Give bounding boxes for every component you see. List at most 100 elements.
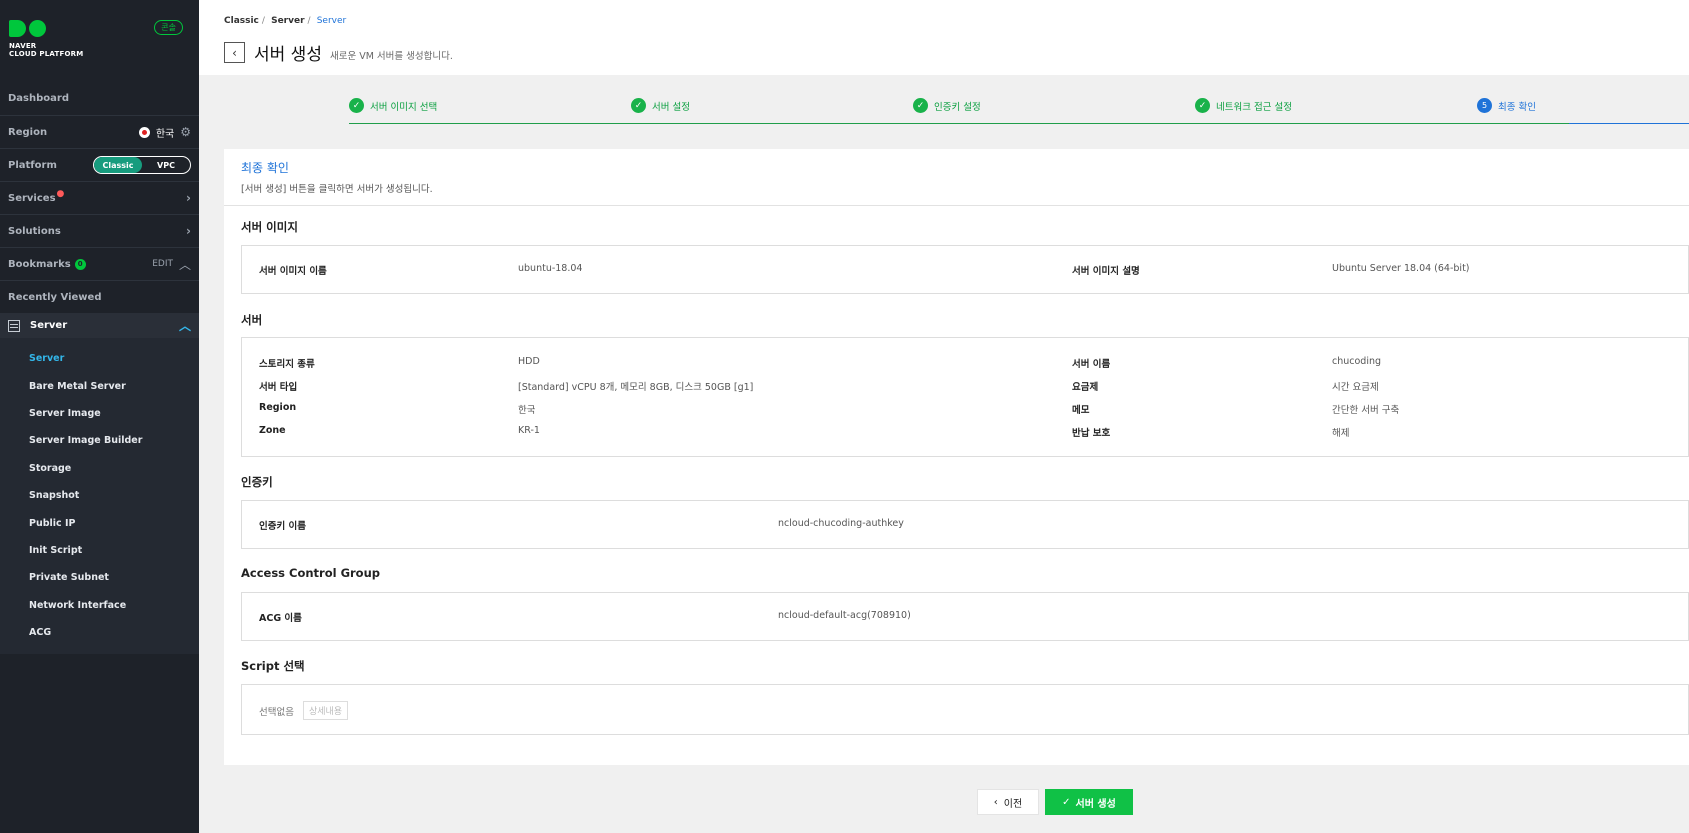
check-icon: ✓ — [1062, 796, 1071, 808]
create-server-button-label: 서버 생성 — [1075, 798, 1116, 810]
page-title: 서버 생성 — [254, 45, 322, 65]
server-group-header[interactable]: Server ︿ — [0, 313, 199, 338]
step-4: ✓ 네트워크 접근 설정 — [1195, 98, 1292, 113]
nav-region: Region 한국 ⚙ — [0, 115, 199, 148]
sidebar-item-server[interactable]: Server — [0, 345, 199, 372]
chevron-right-icon: › — [186, 224, 191, 238]
platform-toggle[interactable]: Classic VPC — [93, 156, 191, 174]
nav-dashboard[interactable]: Dashboard — [0, 82, 199, 115]
sidebar-item-storage[interactable]: Storage — [0, 455, 199, 482]
image-name-label: 서버 이미지 이름 — [259, 266, 327, 277]
prev-button[interactable]: ‹ 이전 — [977, 789, 1039, 815]
chevron-up-icon[interactable]: ︿ — [179, 256, 191, 273]
sidebar-item-server-image-builder[interactable]: Server Image Builder — [0, 427, 199, 454]
step-label: 네트워크 접근 설정 — [1216, 101, 1292, 113]
panel-description: [서버 생성] 버튼을 클릭하면 서버가 생성됩니다. — [241, 184, 433, 195]
acg-name-value: ncloud-default-acg(708910) — [778, 610, 911, 621]
step-label: 인증키 설정 — [934, 101, 981, 113]
region-value[interactable]: 한국 — [156, 125, 174, 140]
script-info-box: 선택없음 상세내용 — [241, 684, 1689, 735]
step-label: 최종 확인 — [1498, 101, 1536, 113]
acg-name-label: ACG 이름 — [259, 613, 302, 624]
platform-label: Platform — [8, 159, 57, 171]
logo-line1: NAVER — [9, 42, 37, 50]
platform-classic-option[interactable]: Classic — [94, 157, 142, 173]
sidebar-item-network-interface[interactable]: Network Interface — [0, 592, 199, 619]
final-check-panel: 최종 확인 [서버 생성] 버튼을 클릭하면 서버가 생성됩니다. 서버 이미지… — [224, 149, 1689, 765]
sidebar-item-init-script[interactable]: Init Script — [0, 537, 199, 564]
back-button[interactable]: ‹ — [224, 42, 245, 63]
sidebar-item-snapshot[interactable]: Snapshot — [0, 482, 199, 509]
breadcrumb: Classic / Server / Server — [224, 16, 347, 26]
region-label: Region — [259, 402, 297, 413]
server-submenu: Server Bare Metal Server Server Image Se… — [0, 338, 199, 655]
page-subtitle: 새로운 VM 서버를 생성합니다. — [329, 50, 453, 62]
sidebar-item-public-ip[interactable]: Public IP — [0, 509, 199, 536]
image-info-box: 서버 이미지 이름 ubuntu-18.04 서버 이미지 설명 Ubuntu … — [241, 245, 1689, 294]
termination-protection-value: 해제 — [1332, 428, 1350, 439]
nav-solutions-label: Solutions — [8, 225, 61, 237]
server-name-value: chucoding — [1332, 356, 1382, 367]
logo[interactable]: NAVER CLOUD PLATFORM 콘솔 — [0, 0, 199, 82]
section-title-acg: Access Control Group — [241, 566, 380, 580]
breadcrumb-server[interactable]: Server — [271, 16, 304, 26]
section-title-image: 서버 이미지 — [241, 220, 298, 234]
step-2: ✓ 서버 설정 — [631, 98, 690, 113]
pricing-value: 시간 요금제 — [1332, 382, 1379, 393]
breadcrumb-current[interactable]: Server — [317, 16, 347, 26]
step-number-badge: 5 — [1477, 98, 1492, 113]
storage-type-label: 스토리지 종류 — [259, 359, 315, 370]
server-type-value: [Standard] vCPU 8개, 메모리 8GB, 디스크 50GB [g… — [518, 382, 754, 393]
check-icon: ✓ — [1195, 98, 1210, 113]
server-name-label: 서버 이름 — [1072, 359, 1111, 370]
panel-title: 최종 확인 — [241, 161, 289, 175]
termination-protection-label: 반납 보호 — [1072, 428, 1111, 439]
region-value: 한국 — [518, 405, 536, 416]
sidebar-item-server-image[interactable]: Server Image — [0, 400, 199, 427]
nav-bookmarks-label: Bookmarks — [8, 258, 71, 270]
chevron-up-icon: ︿ — [178, 319, 191, 333]
script-detail-button[interactable]: 상세내용 — [302, 701, 349, 720]
recently-viewed-label: Recently Viewed — [8, 291, 102, 303]
image-desc-value: Ubuntu Server 18.04 (64-bit) — [1332, 263, 1470, 274]
gear-icon[interactable]: ⚙ — [180, 125, 191, 139]
nav-services-label: Services — [8, 192, 56, 204]
server-group-label: Server — [30, 320, 68, 331]
region-label: Region — [8, 126, 48, 138]
chevron-left-icon: ‹ — [993, 796, 998, 808]
nav-solutions[interactable]: Solutions › — [0, 214, 199, 247]
create-server-button[interactable]: ✓ 서버 생성 — [1045, 789, 1133, 815]
sidebar-item-private-subnet[interactable]: Private Subnet — [0, 564, 199, 591]
sidebar-item-acg[interactable]: ACG — [0, 619, 199, 646]
bookmarks-count-badge: 0 — [74, 258, 86, 270]
step-label: 서버 이미지 선택 — [370, 101, 438, 113]
authkey-info-box: 인증키 이름 ncloud-chucoding-authkey — [241, 500, 1689, 549]
memo-label: 메모 — [1072, 405, 1090, 416]
pricing-label: 요금제 — [1072, 382, 1099, 393]
breadcrumb-classic[interactable]: Classic — [224, 16, 259, 26]
main-content: Classic / Server / Server ‹ 서버 생성 새로운 VM 서… — [199, 0, 1689, 833]
platform-vpc-option[interactable]: VPC — [142, 157, 190, 173]
image-name-value: ubuntu-18.04 — [518, 263, 583, 274]
chevron-right-icon: › — [186, 191, 191, 205]
acg-info-box: ACG 이름 ncloud-default-acg(708910) — [241, 592, 1689, 641]
check-icon: ✓ — [913, 98, 928, 113]
step-1: ✓ 서버 이미지 선택 — [349, 98, 437, 113]
sidebar: NAVER CLOUD PLATFORM 콘솔 Dashboard Region… — [0, 0, 199, 833]
image-desc-label: 서버 이미지 설명 — [1072, 266, 1140, 277]
bookmarks-edit-button[interactable]: EDIT — [152, 259, 173, 269]
zone-label: Zone — [259, 425, 286, 436]
zone-value: KR-1 — [518, 425, 540, 436]
server-icon — [8, 319, 20, 332]
sidebar-item-bare-metal-server[interactable]: Bare Metal Server — [0, 372, 199, 399]
server-type-label: 서버 타입 — [259, 382, 298, 393]
authkey-name-label: 인증키 이름 — [259, 521, 307, 532]
check-icon: ✓ — [631, 98, 646, 113]
step-3: ✓ 인증키 설정 — [913, 98, 981, 113]
section-title-server: 서버 — [241, 313, 263, 327]
nav-services[interactable]: Services ● › — [0, 181, 199, 214]
console-badge[interactable]: 콘솔 — [154, 20, 183, 35]
server-info-box: 스토리지 종류 HDD 서버 타입 [Standard] vCPU 8개, 메모… — [241, 337, 1689, 457]
nav-platform: Platform Classic VPC — [0, 148, 199, 181]
nav-recently-viewed: Recently Viewed — [0, 280, 199, 313]
